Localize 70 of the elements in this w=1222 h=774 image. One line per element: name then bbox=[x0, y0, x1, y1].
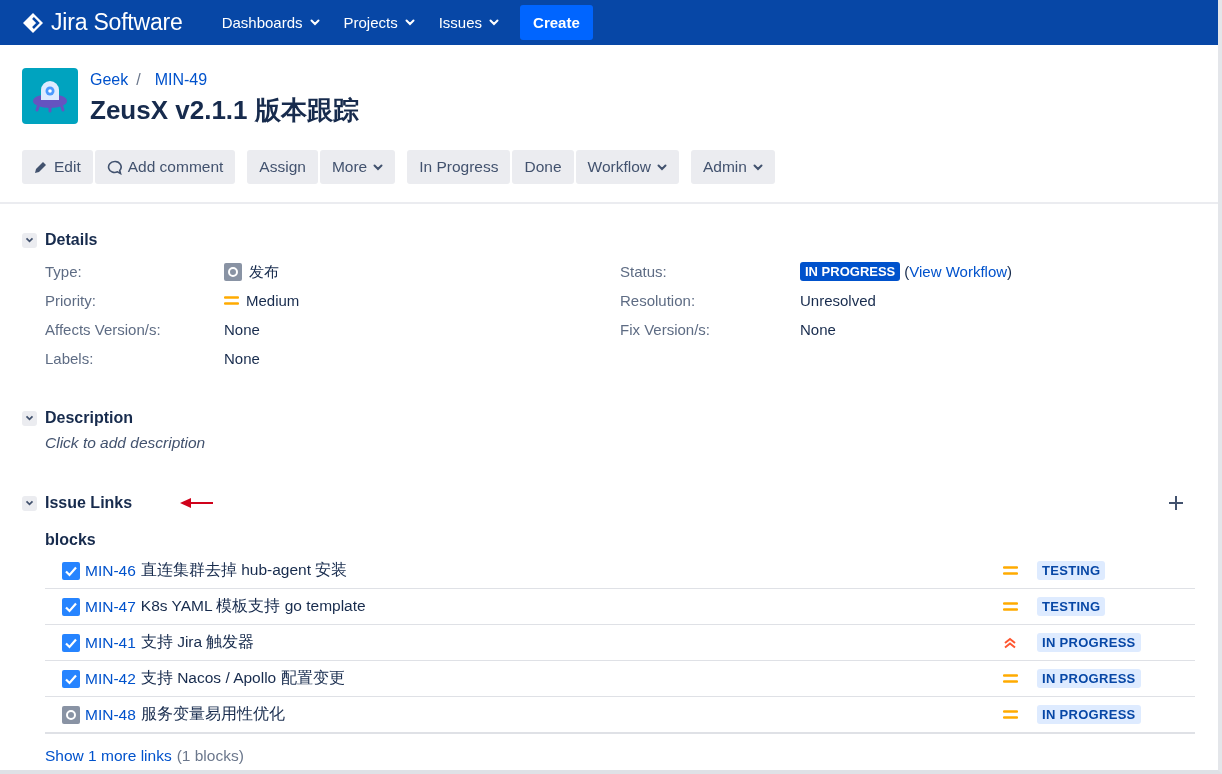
arrow-icon bbox=[180, 498, 215, 508]
nav-menu[interactable]: Dashboards bbox=[212, 8, 329, 37]
nav-menu[interactable]: Projects bbox=[334, 8, 424, 37]
issue-key-link[interactable]: MIN-46 bbox=[85, 561, 136, 580]
toolbar-button[interactable]: In Progress bbox=[407, 150, 511, 184]
section-title: Issue Links bbox=[45, 494, 133, 512]
link-type-heading: blocks bbox=[44, 531, 97, 549]
status-lozenge: IN PROGRESS bbox=[1037, 705, 1141, 724]
status-lozenge: TESTING bbox=[1037, 561, 1106, 580]
section-title: Details bbox=[45, 231, 98, 249]
pencil-icon bbox=[34, 160, 48, 174]
breadcrumb-separator: / bbox=[136, 71, 141, 89]
field-label: Priority: bbox=[45, 291, 97, 311]
field-value: None bbox=[224, 349, 260, 369]
field-value: None bbox=[800, 320, 836, 340]
view-workflow-link[interactable]: View Workflow bbox=[909, 257, 1008, 286]
field-label: Fix Version/s: bbox=[620, 320, 712, 340]
chevron-down-icon bbox=[25, 500, 34, 506]
breadcrumb-link[interactable]: MIN-49 bbox=[154, 71, 208, 89]
field-label: Type: bbox=[45, 262, 83, 282]
circle-square-icon bbox=[224, 262, 242, 281]
issue-summary: K8s YAML 模板支持 go template bbox=[140, 596, 366, 616]
field-value: Medium bbox=[246, 291, 300, 311]
toolbar-button[interactable]: Admin bbox=[691, 150, 775, 184]
breadcrumb-link[interactable]: Geek bbox=[90, 71, 129, 89]
create-button[interactable]: Create bbox=[520, 5, 593, 40]
speech-bubble-icon bbox=[106, 159, 122, 175]
field-label: Affects Version/s: bbox=[45, 320, 162, 340]
toolbar-button[interactable]: Edit bbox=[22, 150, 93, 184]
toolbar-button[interactable]: Add comment bbox=[94, 150, 236, 184]
description-placeholder[interactable]: Click to add description bbox=[22, 434, 1196, 452]
collapse-toggle[interactable] bbox=[22, 232, 37, 248]
toolbar-button[interactable]: Assign bbox=[247, 150, 318, 184]
add-link-button[interactable] bbox=[1168, 495, 1184, 511]
field-label: Labels: bbox=[45, 349, 95, 369]
parenthesis: ( bbox=[904, 262, 910, 282]
section-title: Description bbox=[45, 409, 133, 427]
equals-icon bbox=[224, 295, 239, 306]
field-value: None bbox=[224, 320, 260, 340]
nav-menu[interactable]: Issues bbox=[429, 8, 509, 37]
toolbar-button[interactable]: Workflow bbox=[575, 150, 679, 184]
issue-key-link[interactable]: MIN-42 bbox=[85, 669, 136, 688]
status-lozenge: IN PROGRESS bbox=[1037, 633, 1141, 652]
project-avatar bbox=[22, 68, 78, 124]
chevron-down-icon bbox=[25, 415, 34, 421]
field-value: Unresolved bbox=[800, 291, 876, 311]
issue-summary: 服务变量易用性优化 bbox=[140, 704, 285, 724]
chevron-down-icon bbox=[25, 237, 34, 243]
issue-title: ZeusX v2.1.1 版本跟踪 bbox=[90, 94, 359, 127]
toolbar-button[interactable]: More bbox=[319, 150, 396, 184]
issue-summary: 直连集群去掉 hub-agent 安装 bbox=[140, 560, 348, 580]
field-label: Resolution: bbox=[620, 291, 697, 311]
issue-summary: 支持 Jira 触发器 bbox=[140, 632, 255, 652]
link-count-note: (1 blocks) bbox=[176, 747, 244, 765]
product-name: Jira Software bbox=[51, 9, 183, 36]
show-more-link[interactable]: Show 1 more links bbox=[45, 747, 172, 765]
field-value: 发布 bbox=[249, 262, 279, 282]
diamond-logo-icon bbox=[22, 11, 44, 34]
collapse-toggle[interactable] bbox=[22, 495, 37, 511]
parenthesis: ) bbox=[1007, 262, 1013, 282]
issue-key-link[interactable]: MIN-41 bbox=[85, 633, 136, 652]
issue-summary: 支持 Nacos / Apollo 配置变更 bbox=[140, 668, 345, 688]
status-lozenge: TESTING bbox=[1037, 597, 1106, 616]
toolbar-button[interactable]: Done bbox=[512, 150, 574, 184]
field-label: Status: bbox=[620, 262, 668, 282]
collapse-toggle[interactable] bbox=[22, 410, 37, 426]
status-lozenge: IN PROGRESS bbox=[800, 262, 901, 281]
issue-key-link[interactable]: MIN-47 bbox=[85, 597, 136, 616]
issue-key-link[interactable]: MIN-48 bbox=[85, 705, 136, 724]
status-lozenge: IN PROGRESS bbox=[1037, 669, 1141, 688]
